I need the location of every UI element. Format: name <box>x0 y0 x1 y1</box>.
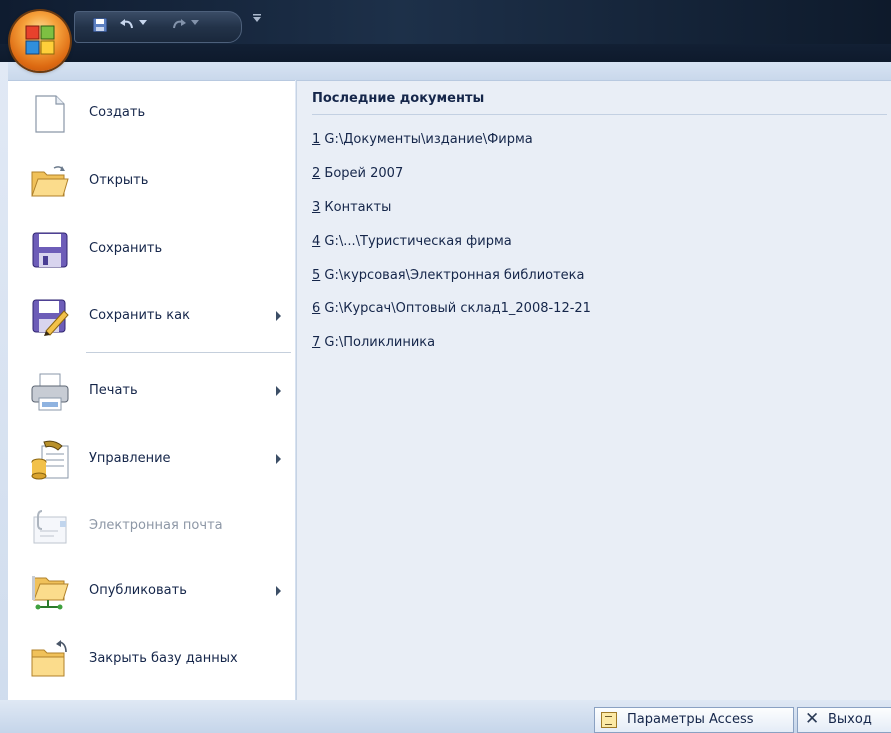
menu-top-band <box>8 62 891 80</box>
recent-document-path: Борей 2007 <box>324 166 404 181</box>
recent-document-item[interactable]: 3 Контакты <box>312 200 391 215</box>
recent-document-number: 7 <box>312 335 321 350</box>
save-disk-icon <box>30 230 70 270</box>
printer-icon <box>30 372 70 412</box>
customize-qat-icon[interactable] <box>252 13 262 23</box>
submenu-arrow-icon <box>276 586 281 596</box>
recent-document-number: 5 <box>312 268 321 283</box>
exit-label: Выход <box>828 712 872 727</box>
close-icon: ✕ <box>805 709 820 729</box>
access-options-label: Параметры Access <box>627 712 754 727</box>
redo-icon[interactable] <box>171 18 187 32</box>
recent-document-path: G:\Документы\издание\Фирма <box>324 132 533 147</box>
menu-item-close-database[interactable]: Закрыть базу данных <box>8 630 295 690</box>
save-icon[interactable] <box>93 18 107 32</box>
quick-access-toolbar <box>74 11 242 43</box>
open-folder-icon <box>30 162 70 202</box>
menu-item-save-as[interactable]: Сохранить как <box>8 287 295 347</box>
recent-document-number: 2 <box>312 166 321 181</box>
submenu-arrow-icon <box>276 386 281 396</box>
menu-item-publish[interactable]: Опубликовать <box>8 562 295 622</box>
recent-document-number: 1 <box>312 132 321 147</box>
submenu-arrow-icon <box>276 454 281 464</box>
menu-item-label: Открыть <box>89 173 149 188</box>
new-document-icon <box>30 94 70 134</box>
recent-document-path: G:\Поликлиника <box>324 335 436 350</box>
recent-document-item[interactable]: 7 G:\Поликлиника <box>312 335 435 350</box>
menu-item-label: Опубликовать <box>89 583 187 598</box>
manage-database-icon <box>30 440 70 480</box>
recent-document-item[interactable]: 1 G:\Документы\издание\Фирма <box>312 132 533 147</box>
recent-document-item[interactable]: 4 G:\...\Туристическая фирма <box>312 234 512 249</box>
menu-item-new[interactable]: Создать <box>8 84 295 144</box>
exit-button[interactable]: ✕ Выход <box>797 707 891 733</box>
save-as-icon <box>30 297 70 337</box>
undo-icon[interactable] <box>119 18 135 32</box>
recent-document-number: 6 <box>312 301 321 316</box>
menu-item-label: Закрыть базу данных <box>89 651 238 666</box>
menu-item-print[interactable]: Печать <box>8 362 295 422</box>
office-logo-icon <box>25 25 55 55</box>
options-icon <box>601 712 617 728</box>
recent-document-number: 3 <box>312 200 321 215</box>
undo-dropdown-icon[interactable] <box>139 20 147 26</box>
menu-item-label: Печать <box>89 383 138 398</box>
menu-item-save[interactable]: Сохранить <box>8 220 295 280</box>
close-database-icon <box>30 640 70 680</box>
access-options-button[interactable]: Параметры Access <box>594 707 794 733</box>
menu-item-open[interactable]: Открыть <box>8 152 295 212</box>
menu-item-label: Управление <box>89 451 171 466</box>
recent-document-number: 4 <box>312 234 321 249</box>
recent-document-path: Контакты <box>324 200 392 215</box>
recent-documents-title: Последние документы <box>312 91 485 106</box>
publish-icon <box>30 572 70 612</box>
menu-item-label: Электронная почта <box>89 518 223 533</box>
menu-item-manage[interactable]: Управление <box>8 430 295 490</box>
menu-item-label: Сохранить как <box>89 308 190 323</box>
menu-separator <box>86 352 291 353</box>
email-icon <box>30 507 70 547</box>
recent-document-path: G:\Курсач\Оптовый склад1_2008-12-21 <box>324 301 591 316</box>
recent-document-path: G:\курсовая\Электронная библиотека <box>324 268 585 283</box>
office-button[interactable] <box>10 11 70 71</box>
menu-item-label: Сохранить <box>89 241 163 256</box>
recent-document-item[interactable]: 2 Борей 2007 <box>312 166 403 181</box>
recent-document-item[interactable]: 5 G:\курсовая\Электронная библиотека <box>312 268 585 283</box>
menu-item-label: Создать <box>89 105 146 120</box>
menu-item-email[interactable]: Электронная почта <box>8 497 295 557</box>
recent-document-item[interactable]: 6 G:\Курсач\Оптовый склад1_2008-12-21 <box>312 301 591 316</box>
recent-document-path: G:\...\Туристическая фирма <box>324 234 512 249</box>
recent-documents-divider <box>312 114 887 115</box>
submenu-arrow-icon <box>276 311 281 321</box>
redo-dropdown-icon[interactable] <box>191 20 199 26</box>
